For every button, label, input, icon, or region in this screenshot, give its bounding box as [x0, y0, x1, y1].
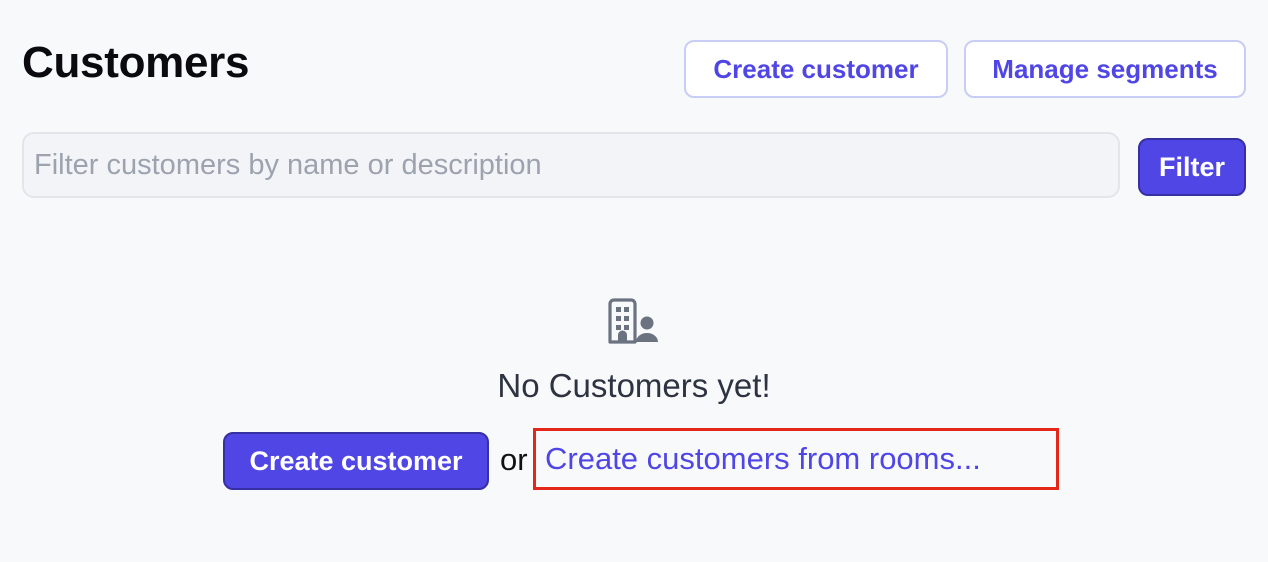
manage-segments-button[interactable]: Manage segments [964, 40, 1246, 98]
create-customers-from-rooms-label: Create customers from rooms... [545, 441, 981, 476]
create-customers-from-rooms-link[interactable]: Create customers from rooms... [533, 428, 1059, 490]
customer-filter-input[interactable] [22, 132, 1120, 198]
or-separator-text: or [500, 442, 528, 477]
create-customer-button[interactable]: Create customer [684, 40, 948, 98]
empty-state-message: No Customers yet! [497, 367, 771, 404]
page-title: Customers [22, 38, 250, 87]
customers-page: Customers Create customer Manage segment… [0, 0, 1268, 562]
empty-state-create-customer-button[interactable]: Create customer [223, 432, 489, 490]
filter-button[interactable]: Filter [1138, 138, 1246, 196]
building-person-icon [608, 298, 658, 344]
